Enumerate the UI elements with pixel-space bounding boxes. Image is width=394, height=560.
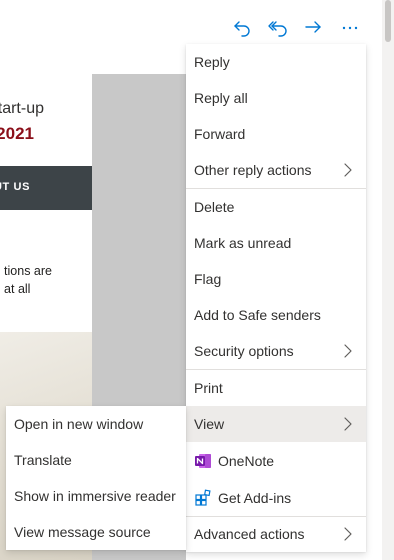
chevron-right-icon (344, 417, 352, 431)
menu-item-label: Get Add-ins (218, 490, 292, 506)
menu-item-label: View (194, 416, 225, 432)
menu-item-print[interactable]: Print (186, 370, 366, 406)
more-actions-menu: Reply Reply all Forward Other reply acti… (186, 44, 366, 552)
menu-item-label: Flag (194, 271, 222, 287)
email-heading-year: 2021 (0, 124, 34, 143)
more-icon (342, 26, 358, 30)
menu-item-security-options[interactable]: Security options (186, 333, 366, 369)
email-banner-label: UT US (0, 181, 30, 193)
menu-item-label: Mark as unread (194, 235, 292, 251)
chevron-right-icon (344, 527, 352, 541)
submenu-item-label: Translate (14, 452, 72, 468)
menu-item-label: Delete (194, 199, 235, 215)
menu-item-other-reply-actions[interactable]: Other reply actions (186, 152, 366, 188)
submenu-item-label: View message source (14, 524, 151, 540)
menu-item-forward[interactable]: Forward (186, 116, 366, 152)
chevron-right-icon (344, 344, 352, 358)
chevron-right-icon (344, 163, 352, 177)
menu-item-label: Reply all (194, 90, 248, 106)
menu-item-mark-as-unread[interactable]: Mark as unread (186, 225, 366, 261)
submenu-item-view-message-source[interactable]: View message source (6, 514, 186, 550)
menu-item-label: Security options (194, 343, 294, 359)
onenote-icon (194, 452, 212, 470)
menu-item-label: Reply (194, 54, 230, 70)
menu-item-delete[interactable]: Delete (186, 189, 366, 225)
email-paragraph: tions are at all (4, 262, 52, 298)
reply-icon (234, 21, 250, 37)
submenu-item-label: Show in immersive reader (14, 488, 176, 504)
menu-item-add-to-safe-senders[interactable]: Add to Safe senders (186, 297, 366, 333)
reply-button[interactable] (228, 14, 256, 42)
menu-item-onenote[interactable]: OneNote (186, 443, 366, 479)
email-heading: tart-up (0, 100, 44, 117)
menu-item-get-add-ins[interactable]: Get Add-ins (186, 480, 366, 516)
reply-all-button[interactable] (264, 14, 292, 42)
submenu-item-open-in-new-window[interactable]: Open in new window (6, 406, 186, 442)
menu-item-flag[interactable]: Flag (186, 261, 366, 297)
menu-item-label: Add to Safe senders (194, 307, 321, 323)
forward-icon (305, 21, 321, 33)
view-submenu: Open in new window Translate Show in imm… (6, 406, 186, 550)
scrollbar[interactable] (382, 0, 394, 560)
scrollbar-thumb[interactable] (385, 0, 391, 42)
email-paragraph-line: at all (4, 282, 31, 296)
menu-item-label: Forward (194, 126, 246, 142)
forward-button[interactable] (300, 14, 328, 42)
menu-item-advanced-actions[interactable]: Advanced actions (186, 516, 366, 552)
submenu-item-translate[interactable]: Translate (6, 442, 186, 478)
menu-item-label: OneNote (218, 453, 275, 469)
submenu-item-immersive-reader[interactable]: Show in immersive reader (6, 478, 186, 514)
menu-item-label: Advanced actions (194, 526, 305, 542)
add-ins-icon (194, 489, 212, 507)
more-actions-button[interactable] (336, 14, 364, 42)
menu-item-label: Print (194, 380, 223, 396)
submenu-item-label: Open in new window (14, 416, 144, 432)
reply-all-icon (268, 21, 287, 37)
email-paragraph-line: tions are (4, 264, 52, 278)
email-banner-button[interactable]: UT US (0, 166, 92, 210)
menu-item-reply-all[interactable]: Reply all (186, 80, 366, 116)
menu-item-view[interactable]: View (186, 406, 366, 442)
menu-item-label: Other reply actions (194, 162, 312, 178)
menu-item-reply[interactable]: Reply (186, 44, 366, 80)
